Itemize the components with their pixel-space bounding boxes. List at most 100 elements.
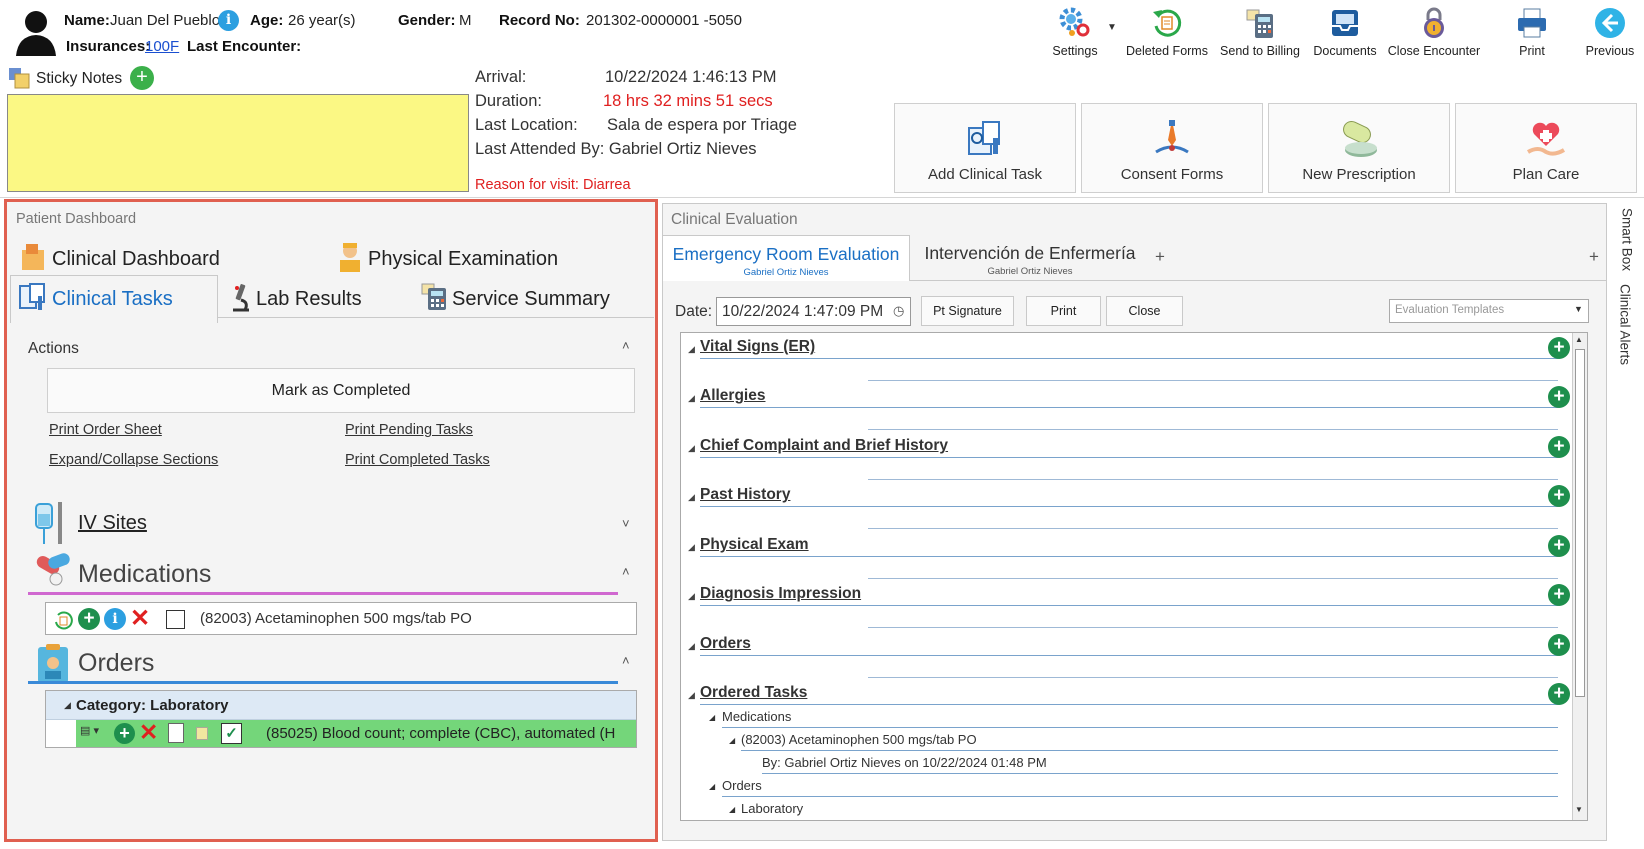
section-expand-icon[interactable]: ◢ (688, 591, 695, 602)
clinical-alerts-tab[interactable]: Clinical Alerts (1614, 284, 1636, 368)
add-clinical-task-button[interactable]: Add Clinical Task (894, 103, 1076, 193)
add-section-icon[interactable]: + (1548, 683, 1570, 705)
actions-collapse-icon[interactable]: ˄ (622, 338, 630, 353)
section-vital-signs[interactable]: ◢ Vital Signs (ER) + (682, 334, 1574, 382)
add-section-icon[interactable]: + (1548, 436, 1570, 458)
add-section-icon[interactable]: + (1548, 485, 1570, 507)
tab-intervencion-enfermeria[interactable]: Intervención de Enfermería Gabriel Ortiz… (914, 235, 1146, 281)
order-row[interactable]: ▤ ▾ + ✕ ✓ (85025) Blood count; complete … (76, 719, 636, 747)
add-section-icon[interactable]: + (1548, 337, 1570, 359)
tab-service-summary[interactable]: Service Summary (420, 282, 610, 312)
section-diagnosis-impression[interactable]: ◢ Diagnosis Impression + (682, 581, 1574, 629)
add-icon[interactable]: + (78, 608, 100, 630)
scroll-up-icon[interactable]: ▲ (1575, 335, 1583, 344)
tab-lab-results[interactable]: Lab Results (229, 282, 362, 312)
section-expand-icon[interactable]: ◢ (688, 393, 695, 404)
add-sticky-note-button[interactable]: + (130, 66, 154, 90)
settings-button[interactable]: Settings (1034, 6, 1116, 58)
pt-signature-button[interactable]: Pt Signature (921, 296, 1014, 326)
evaluation-templates-select[interactable]: Evaluation Templates ▼ (1389, 299, 1589, 323)
add-section-icon[interactable]: + (1548, 535, 1570, 557)
add-section-icon[interactable]: + (1548, 584, 1570, 606)
add-icon[interactable]: + (114, 723, 135, 744)
deleted-forms-button[interactable]: Deleted Forms (1124, 6, 1210, 58)
note-icon[interactable] (196, 727, 208, 740)
mark-as-completed-button[interactable]: Mark as Completed (47, 368, 635, 413)
category-expand-icon[interactable]: ◢ (64, 700, 71, 711)
medication-checkbox[interactable] (166, 610, 185, 629)
sticky-notes-icon (9, 68, 30, 89)
section-expand-icon[interactable]: ◢ (688, 443, 695, 454)
ordered-orders: Orders (722, 778, 762, 793)
print-completed-tasks-link[interactable]: Print Completed Tasks (345, 452, 490, 468)
tree-expand-icon[interactable]: ◢ (729, 805, 735, 814)
info-icon[interactable]: i (104, 608, 126, 630)
iv-sites-expand-icon[interactable]: ˅ (622, 516, 630, 531)
close-encounter-button[interactable]: Close Encounter (1386, 6, 1482, 58)
print-pending-tasks-link[interactable]: Print Pending Tasks (345, 422, 473, 438)
add-section-icon[interactable]: + (1548, 386, 1570, 408)
send-to-billing-button[interactable]: Send to Billing (1216, 6, 1304, 58)
new-prescription-button[interactable]: New Prescription (1268, 103, 1450, 193)
scroll-down-icon[interactable]: ▼ (1575, 805, 1583, 814)
orders-collapse-icon[interactable]: ˄ (622, 653, 630, 668)
info-icon[interactable]: i (218, 10, 239, 31)
section-expand-icon[interactable]: ◢ (688, 492, 695, 503)
medications-collapse-icon[interactable]: ˄ (622, 564, 630, 579)
print-order-sheet-link[interactable]: Print Order Sheet (49, 422, 162, 438)
tree-expand-icon[interactable]: ◢ (709, 782, 715, 791)
add-tab-button[interactable]: + (1155, 247, 1165, 267)
section-expand-icon[interactable]: ◢ (688, 690, 695, 701)
heart-hand-icon (1526, 122, 1566, 156)
print-button[interactable]: Print (1492, 6, 1572, 58)
patient-name: Juan Del Pueblo (110, 12, 221, 29)
section-orders[interactable]: ◢ Orders + (682, 631, 1574, 679)
section-allergies[interactable]: ◢ Allergies + (682, 383, 1574, 431)
order-type-dropdown[interactable]: ▤ ▾ (80, 724, 99, 737)
smart-box-tab[interactable]: Smart Box (1614, 208, 1636, 274)
delete-icon[interactable]: ✕ (139, 719, 158, 746)
tree-expand-icon[interactable]: ◢ (709, 713, 715, 722)
tab-clinical-tasks[interactable]: Clinical Tasks (18, 282, 173, 312)
medication-row[interactable]: + i ✕ (82003) Acetaminophen 500 mgs/tab … (45, 602, 637, 635)
section-expand-icon[interactable]: ◢ (688, 344, 695, 355)
add-tab-right-button[interactable]: + (1589, 247, 1599, 267)
scroll-thumb[interactable] (1575, 349, 1585, 697)
back-arrow-icon (1595, 8, 1625, 38)
previous-button[interactable]: Previous (1570, 6, 1644, 58)
add-section-icon[interactable]: + (1548, 634, 1570, 656)
order-checkbox[interactable]: ✓ (221, 723, 242, 744)
settings-dropdown-icon[interactable]: ▼ (1107, 22, 1117, 33)
section-chief-complaint[interactable]: ◢ Chief Complaint and Brief History + (682, 433, 1574, 481)
tab-clinical-dashboard[interactable]: Clinical Dashboard (20, 242, 220, 272)
tab-emergency-room-evaluation[interactable]: Emergency Room Evaluation Gabriel Ortiz … (662, 235, 910, 281)
reason-for-visit: Reason for visit: Diarrea (475, 177, 631, 193)
iv-sites-title[interactable]: IV Sites (78, 512, 147, 535)
record-number: 201302-0000001 -5050 (586, 12, 742, 29)
section-past-history[interactable]: ◢ Past History + (682, 482, 1574, 530)
last-location-label: Last Location: (475, 116, 578, 134)
print-evaluation-button[interactable]: Print (1026, 296, 1101, 326)
date-input[interactable]: 10/22/2024 1:47:09 PM ◷ (716, 297, 911, 326)
pen-signature-icon (1155, 120, 1189, 154)
section-expand-icon[interactable]: ◢ (688, 542, 695, 553)
evaluation-scrollbar[interactable]: ▲ ▼ (1572, 333, 1587, 820)
tab-physical-examination[interactable]: Physical Examination (336, 242, 558, 272)
document-icon[interactable] (168, 723, 184, 743)
plan-care-button[interactable]: Plan Care (1455, 103, 1637, 193)
sticky-note-area[interactable] (7, 94, 469, 192)
history-icon[interactable] (52, 609, 74, 631)
insurance-link[interactable]: 100F (145, 38, 179, 55)
section-ordered-tasks[interactable]: ◢ Ordered Tasks + ◢ Medications ◢ (82003… (682, 680, 1574, 820)
documents-button[interactable]: Documents (1304, 6, 1386, 58)
tree-expand-icon[interactable]: ◢ (729, 736, 735, 745)
expand-collapse-link[interactable]: Expand/Collapse Sections (49, 452, 218, 468)
category-header[interactable]: ◢ Category: Laboratory (46, 691, 636, 720)
close-evaluation-button[interactable]: Close (1106, 296, 1183, 326)
section-physical-exam[interactable]: ◢ Physical Exam + (682, 532, 1574, 580)
calendar-icon[interactable]: ◷ (893, 303, 904, 319)
section-expand-icon[interactable]: ◢ (688, 641, 695, 652)
consent-forms-button[interactable]: Consent Forms (1081, 103, 1263, 193)
medications-underline (28, 592, 618, 595)
delete-icon[interactable]: ✕ (130, 604, 150, 633)
